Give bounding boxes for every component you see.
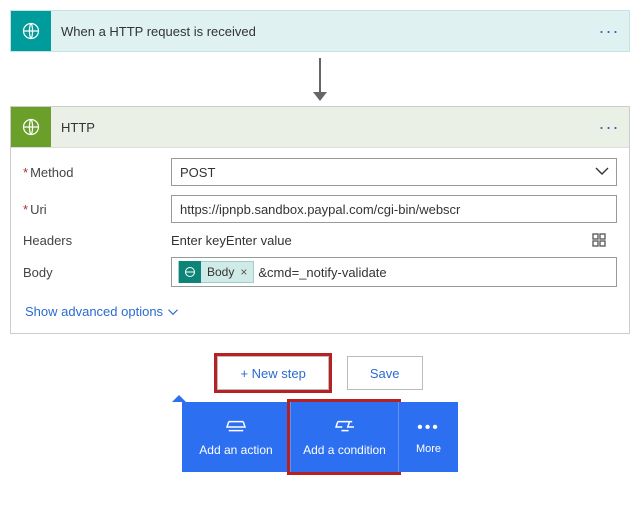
add-action-tile[interactable]: Add an action (182, 402, 290, 472)
body-dynamic-token[interactable]: Body × (178, 261, 254, 283)
http-card-header[interactable]: HTTP ··· (11, 107, 629, 148)
method-value: POST (180, 165, 215, 180)
trigger-card[interactable]: When a HTTP request is received ··· (10, 10, 630, 52)
method-label: Method (23, 165, 171, 180)
globe-icon (179, 261, 201, 283)
new-step-button[interactable]: + New step (217, 356, 328, 390)
trigger-title: When a HTTP request is received (51, 24, 589, 39)
chevron-down-icon (594, 163, 610, 179)
switch-mode-icon[interactable] (591, 232, 617, 248)
body-label: Body (23, 265, 171, 280)
method-select[interactable]: POST (171, 158, 617, 186)
action-popover: Add an action Add a condition ••• More (10, 402, 630, 472)
http-card-body: Method POST Uri https://ipnpb.sandbox.pa… (11, 148, 629, 333)
action-icon (225, 417, 247, 437)
http-card: HTTP ··· Method POST Uri https://ipnpb.s… (10, 106, 630, 334)
more-dots-icon: ••• (417, 419, 440, 437)
http-menu-icon[interactable]: ··· (589, 117, 629, 138)
add-condition-tile[interactable]: Add a condition (290, 402, 398, 472)
http-title: HTTP (51, 120, 589, 135)
token-remove-icon[interactable]: × (240, 265, 247, 279)
condition-icon (334, 417, 356, 437)
trigger-menu-icon[interactable]: ··· (589, 21, 629, 42)
body-suffix-text: &cmd=_notify-validate (258, 265, 386, 280)
more-tile[interactable]: ••• More (398, 402, 458, 472)
globe-icon (11, 107, 51, 147)
caret-up-icon (172, 395, 186, 402)
step-buttons-row: + New step Save (10, 356, 630, 390)
uri-value: https://ipnpb.sandbox.paypal.com/cgi-bin… (180, 202, 460, 217)
chevron-down-icon (167, 306, 179, 318)
body-input[interactable]: Body × &cmd=_notify-validate (171, 257, 617, 287)
show-advanced-link[interactable]: Show advanced options (25, 304, 179, 319)
headers-value-input[interactable]: Enter value (226, 233, 292, 248)
flow-arrow-icon (10, 58, 630, 100)
save-button[interactable]: Save (347, 356, 423, 390)
uri-label: Uri (23, 202, 171, 217)
headers-key-input[interactable]: Enter key (171, 233, 226, 248)
headers-label: Headers (23, 233, 171, 248)
body-token-label: Body (207, 265, 234, 279)
globe-icon (11, 11, 51, 51)
uri-input[interactable]: https://ipnpb.sandbox.paypal.com/cgi-bin… (171, 195, 617, 223)
